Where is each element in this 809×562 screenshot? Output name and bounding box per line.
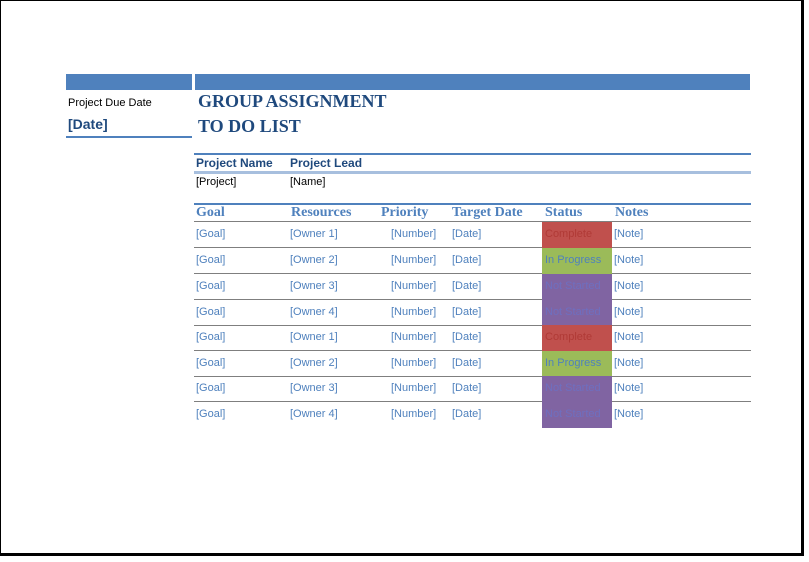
- table-row: [Goal] [Owner 3] [Number] [Date] Not Sta…: [194, 376, 751, 402]
- goal-cell[interactable]: [Goal]: [196, 357, 225, 369]
- resource-cell[interactable]: [Owner 1]: [290, 331, 338, 343]
- status-cell[interactable]: Not Started: [542, 300, 612, 326]
- priority-cell[interactable]: [Number]: [391, 331, 436, 343]
- project-mid-rule: [194, 171, 751, 174]
- column-header-resources: Resources: [291, 205, 352, 220]
- table-row: [Goal] [Owner 3] [Number] [Date] Not Sta…: [194, 274, 751, 300]
- page-title-line-2: TO DO LIST: [198, 116, 301, 136]
- target-date-cell[interactable]: [Date]: [452, 382, 481, 394]
- project-lead-value[interactable]: [Name]: [290, 176, 325, 188]
- priority-cell[interactable]: [Number]: [391, 254, 436, 266]
- target-date-cell[interactable]: [Date]: [452, 254, 481, 266]
- target-date-cell[interactable]: [Date]: [452, 408, 481, 420]
- column-header-goal: Goal: [196, 205, 225, 220]
- goal-cell[interactable]: [Goal]: [196, 254, 225, 266]
- goal-cell[interactable]: [Goal]: [196, 331, 225, 343]
- resource-cell[interactable]: [Owner 2]: [290, 357, 338, 369]
- target-date-cell[interactable]: [Date]: [452, 357, 481, 369]
- goal-cell[interactable]: [Goal]: [196, 382, 225, 394]
- resource-cell[interactable]: [Owner 4]: [290, 306, 338, 318]
- sidebar-header-bar: [66, 74, 192, 90]
- status-cell[interactable]: In Progress: [542, 351, 612, 377]
- due-date-rule: [66, 136, 192, 138]
- priority-cell[interactable]: [Number]: [391, 408, 436, 420]
- status-cell[interactable]: Not Started: [542, 376, 612, 402]
- due-date-value[interactable]: [Date]: [68, 116, 108, 132]
- resource-cell[interactable]: [Owner 3]: [290, 280, 338, 292]
- main-header-bar: [195, 74, 750, 90]
- priority-cell[interactable]: [Number]: [391, 306, 436, 318]
- table-row: [Goal] [Owner 4] [Number] [Date] Not Sta…: [194, 402, 751, 428]
- note-cell[interactable]: [Note]: [614, 280, 643, 292]
- project-name-header: Project Name: [196, 156, 273, 170]
- table-row: [Goal] [Owner 4] [Number] [Date] Not Sta…: [194, 300, 751, 326]
- column-header-status: Status: [545, 205, 583, 220]
- note-cell[interactable]: [Note]: [614, 357, 643, 369]
- note-cell[interactable]: [Note]: [614, 306, 643, 318]
- note-cell[interactable]: [Note]: [614, 331, 643, 343]
- goal-cell[interactable]: [Goal]: [196, 228, 225, 240]
- column-header-target-date: Target Date: [452, 205, 523, 220]
- target-date-cell[interactable]: [Date]: [452, 228, 481, 240]
- note-cell[interactable]: [Note]: [614, 382, 643, 394]
- column-header-priority: Priority: [381, 205, 429, 220]
- project-name-value[interactable]: [Project]: [196, 176, 236, 188]
- target-date-cell[interactable]: [Date]: [452, 306, 481, 318]
- project-lead-header: Project Lead: [290, 156, 363, 170]
- resource-cell[interactable]: [Owner 4]: [290, 408, 338, 420]
- priority-cell[interactable]: [Number]: [391, 357, 436, 369]
- note-cell[interactable]: [Note]: [614, 254, 643, 266]
- priority-cell[interactable]: [Number]: [391, 280, 436, 292]
- table-row: [Goal] [Owner 2] [Number] [Date] In Prog…: [194, 248, 751, 274]
- goal-cell[interactable]: [Goal]: [196, 280, 225, 292]
- table-row: [Goal] [Owner 2] [Number] [Date] In Prog…: [194, 351, 751, 377]
- page-title-line-1: GROUP ASSIGNMENT: [198, 91, 387, 111]
- goal-cell[interactable]: [Goal]: [196, 306, 225, 318]
- table-row: [Goal] [Owner 1] [Number] [Date] Complet…: [194, 222, 751, 248]
- resource-cell[interactable]: [Owner 3]: [290, 382, 338, 394]
- goal-cell[interactable]: [Goal]: [196, 408, 225, 420]
- status-cell[interactable]: Complete: [542, 222, 612, 248]
- status-cell[interactable]: Complete: [542, 325, 612, 351]
- table-row: [Goal] [Owner 1] [Number] [Date] Complet…: [194, 325, 751, 351]
- due-date-label: Project Due Date: [68, 97, 152, 109]
- priority-cell[interactable]: [Number]: [391, 382, 436, 394]
- note-cell[interactable]: [Note]: [614, 408, 643, 420]
- status-cell[interactable]: In Progress: [542, 248, 612, 274]
- target-date-cell[interactable]: [Date]: [452, 331, 481, 343]
- status-cell[interactable]: Not Started: [542, 402, 612, 428]
- resource-cell[interactable]: [Owner 2]: [290, 254, 338, 266]
- column-header-notes: Notes: [615, 205, 649, 220]
- priority-cell[interactable]: [Number]: [391, 228, 436, 240]
- resource-cell[interactable]: [Owner 1]: [290, 228, 338, 240]
- project-top-rule: [194, 153, 751, 155]
- note-cell[interactable]: [Note]: [614, 228, 643, 240]
- status-cell[interactable]: Not Started: [542, 274, 612, 300]
- target-date-cell[interactable]: [Date]: [452, 280, 481, 292]
